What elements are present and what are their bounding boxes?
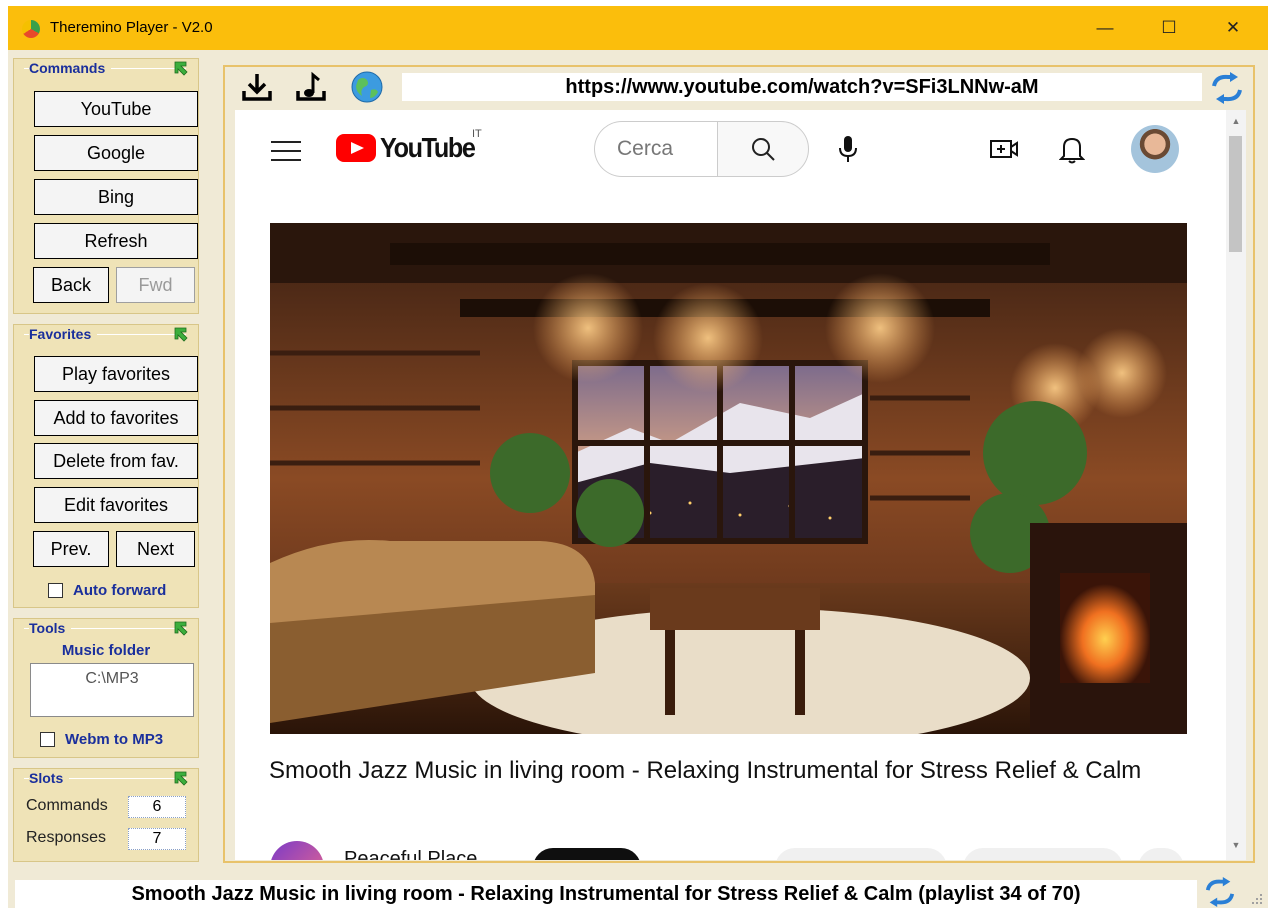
- add-to-favorites-button[interactable]: Add to favorites: [34, 400, 198, 436]
- now-playing-status: Smooth Jazz Music in living room - Relax…: [15, 880, 1197, 908]
- scroll-down-icon[interactable]: ▼: [1231, 840, 1241, 850]
- close-button[interactable]: ✕: [1201, 6, 1265, 50]
- next-button[interactable]: Next: [116, 531, 195, 567]
- slots-commands-label: Commands: [26, 797, 108, 814]
- notifications-bell-icon[interactable]: [1057, 132, 1087, 166]
- slots-panel-title: Slots: [29, 770, 70, 786]
- webm-to-mp3-label: Webm to MP3: [65, 731, 164, 748]
- play-favorites-button[interactable]: Play favorites: [34, 356, 198, 392]
- create-video-icon[interactable]: [987, 134, 1021, 164]
- video-title[interactable]: Smooth Jazz Music in living room - Relax…: [269, 752, 1199, 790]
- back-button[interactable]: Back: [33, 267, 109, 303]
- webm-to-mp3-check-box[interactable]: [40, 732, 55, 747]
- app-icon: [22, 20, 40, 38]
- title-bar: Theremino Player - V2.0 — ☐ ✕: [8, 6, 1268, 50]
- tools-panel-title: Tools: [29, 620, 72, 636]
- slots-panel: Slots Commands 6 Responses 7: [13, 768, 199, 862]
- channel-avatar[interactable]: [270, 841, 324, 860]
- auto-forward-label: Auto forward: [73, 582, 167, 599]
- subscribe-button[interactable]: [533, 848, 641, 860]
- delete-from-favorites-button[interactable]: Delete from fav.: [34, 443, 198, 479]
- music-folder-label: Music folder: [61, 642, 151, 659]
- music-folder-field[interactable]: C:\MP3: [30, 663, 194, 717]
- more-actions-button[interactable]: [1138, 848, 1184, 860]
- slots-responses-input[interactable]: 7: [128, 828, 186, 850]
- search-button[interactable]: [717, 121, 809, 177]
- video-thumbnail[interactable]: [270, 223, 1187, 734]
- search-input[interactable]: Cerca: [594, 121, 718, 177]
- auto-forward-checkbox[interactable]: Auto forward: [48, 582, 166, 599]
- reload-icon[interactable]: [1209, 71, 1245, 105]
- pin-icon[interactable]: [172, 59, 190, 77]
- like-dislike-button[interactable]: [775, 848, 947, 860]
- window-title: Theremino Player - V2.0: [50, 19, 213, 36]
- bing-button[interactable]: Bing: [34, 179, 198, 215]
- youtube-button[interactable]: YouTube: [34, 91, 198, 127]
- scroll-up-icon[interactable]: ▲: [1231, 116, 1241, 126]
- youtube-play-icon: [336, 134, 376, 162]
- pin-icon[interactable]: [172, 769, 190, 787]
- user-avatar[interactable]: [1131, 125, 1179, 173]
- country-code: IT: [472, 128, 482, 140]
- google-button[interactable]: Google: [34, 135, 198, 171]
- download-icon[interactable]: [237, 69, 277, 105]
- web-viewport[interactable]: YouTube IT Cerca Smooth Jazz Music in li…: [235, 110, 1246, 860]
- status-reload-icon[interactable]: [1202, 876, 1238, 908]
- commands-panel-title: Commands: [29, 60, 112, 76]
- minimize-button[interactable]: —: [1073, 6, 1137, 50]
- hamburger-menu-icon[interactable]: [271, 141, 301, 161]
- forward-button[interactable]: Fwd: [116, 267, 195, 303]
- search-icon: [752, 138, 775, 161]
- tools-panel: Tools Music folder C:\MP3 Webm to MP3: [13, 618, 199, 758]
- globe-icon[interactable]: [347, 69, 387, 105]
- webm-to-mp3-checkbox[interactable]: Webm to MP3: [40, 731, 163, 748]
- slots-commands-input[interactable]: 6: [128, 796, 186, 818]
- maximize-button[interactable]: ☐: [1137, 6, 1201, 50]
- channel-name[interactable]: Peaceful Place: [344, 848, 477, 860]
- commands-panel: Commands YouTube Google Bing Refresh Bac…: [13, 58, 199, 314]
- microphone-icon[interactable]: [833, 132, 863, 166]
- pin-icon[interactable]: [172, 619, 190, 637]
- browser-frame: https://www.youtube.com/watch?v=SFi3LNNw…: [223, 65, 1255, 863]
- youtube-logo-text: YouTube: [380, 132, 476, 163]
- resize-grip-icon[interactable]: [1248, 892, 1264, 906]
- youtube-logo[interactable]: YouTube: [336, 132, 485, 164]
- music-note-download-icon[interactable]: [291, 69, 331, 105]
- prev-button[interactable]: Prev.: [33, 531, 109, 567]
- vertical-scrollbar[interactable]: ▲ ▼: [1226, 110, 1246, 860]
- refresh-button[interactable]: Refresh: [34, 223, 198, 259]
- scrollbar-thumb[interactable]: [1229, 136, 1242, 252]
- pin-icon[interactable]: [172, 325, 190, 343]
- url-bar[interactable]: https://www.youtube.com/watch?v=SFi3LNNw…: [402, 73, 1202, 101]
- share-button[interactable]: [963, 848, 1123, 860]
- auto-forward-check-box[interactable]: [48, 583, 63, 598]
- favorites-panel: Favorites Play favorites Add to favorite…: [13, 324, 199, 608]
- slots-responses-label: Responses: [26, 829, 107, 846]
- edit-favorites-button[interactable]: Edit favorites: [34, 487, 198, 523]
- favorites-panel-title: Favorites: [29, 326, 98, 342]
